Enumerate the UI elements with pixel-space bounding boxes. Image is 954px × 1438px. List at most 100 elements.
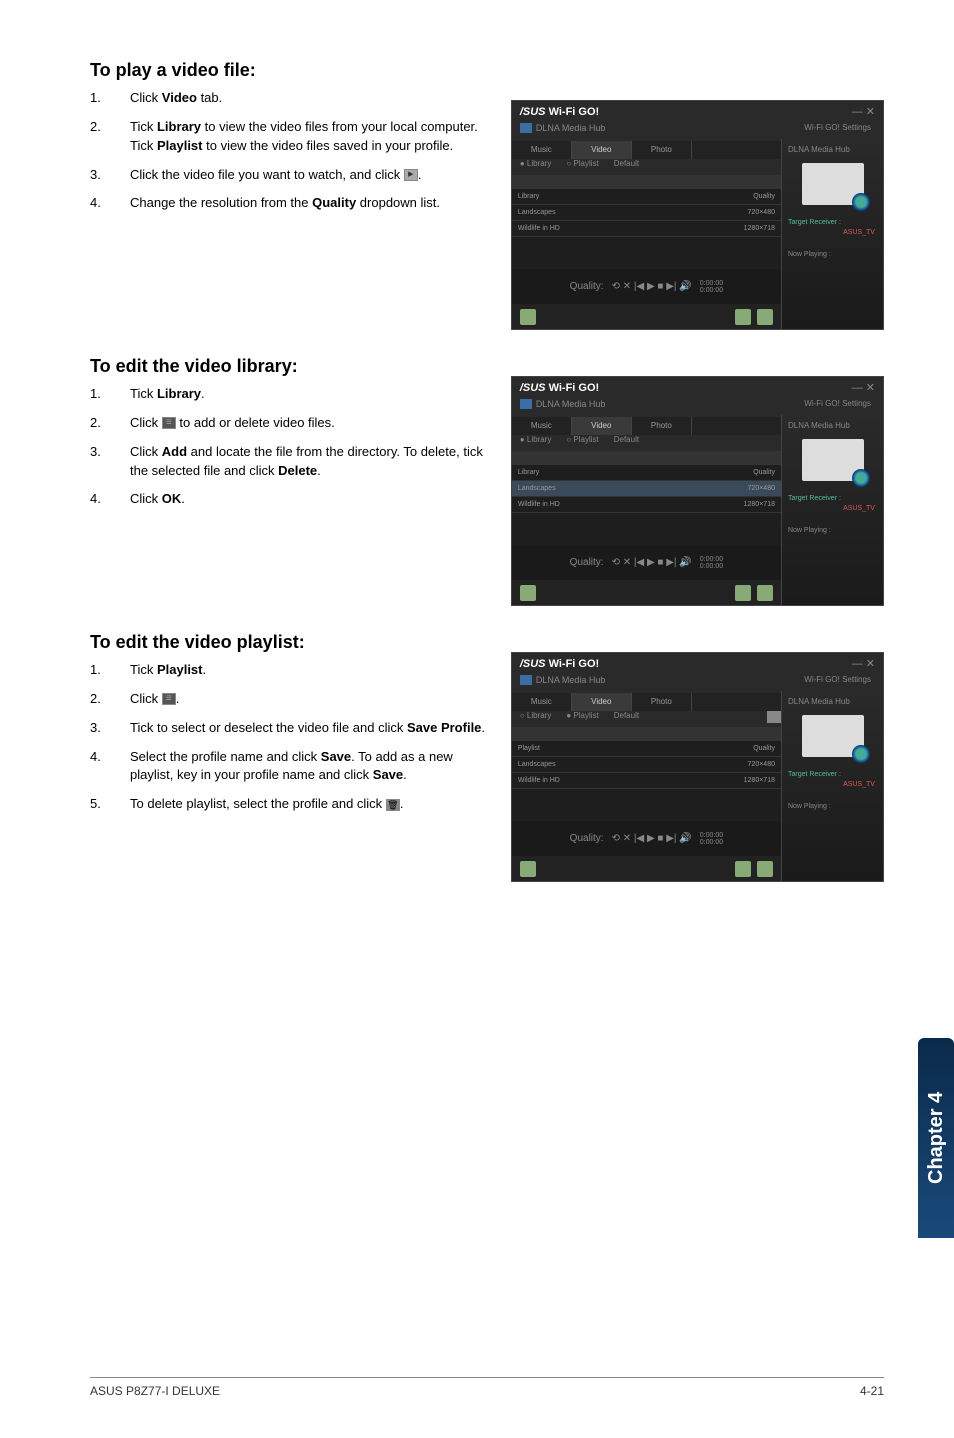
tab-photo[interactable]: Photo	[632, 693, 692, 711]
list-item[interactable]: Wildlife in HD1280×718	[512, 221, 781, 237]
step-text: Tick to select or deselect the video fil…	[130, 719, 496, 738]
filter-row	[512, 727, 781, 741]
step-text: Tick Library to view the video files fro…	[130, 118, 496, 156]
dlna-icon	[520, 399, 532, 409]
filter-row	[512, 175, 781, 189]
control-icons[interactable]: ⟲ ✕ |◀ ▶ ■ ▶| 🔊	[612, 281, 692, 292]
subtitle: DLNA Media Hub	[536, 399, 606, 409]
right-panel: DLNA Media Hub Target Receiver : ASUS_TV…	[781, 139, 883, 329]
play-icon	[404, 169, 418, 181]
footer-right: 4-21	[860, 1384, 884, 1398]
now-playing-label: Now Playing :	[788, 527, 831, 534]
player-controls[interactable]: Quality: ⟲ ✕ |◀ ▶ ■ ▶| 🔊 0:00:000:00:00	[512, 821, 781, 856]
settings-link[interactable]: Wi-Fi GO! Settings	[804, 123, 871, 132]
app-title: Wi-Fi GO!	[549, 106, 600, 118]
tab-video[interactable]: Video	[572, 693, 632, 711]
heading-edit-library: To edit the video library:	[90, 356, 496, 377]
monitor-icon	[802, 715, 864, 757]
step-text: Click the video file you want to watch, …	[130, 166, 496, 185]
app-screenshot-1: /SUS Wi-Fi GO! — ✕ DLNA Media Hub Wi-Fi …	[511, 100, 884, 330]
video-list: LibraryQuality Landscapes720×480 Wildlif…	[512, 189, 781, 269]
radio-default[interactable]: Default	[614, 159, 639, 175]
radio-playlist[interactable]: ○ Playlist	[566, 159, 598, 175]
list-item[interactable]: Landscapes720×480	[512, 205, 781, 221]
settings-link[interactable]: Wi-Fi GO! Settings	[804, 399, 871, 408]
step-text: To delete playlist, select the profile a…	[130, 795, 496, 814]
step-num: 3.	[90, 443, 130, 481]
player-controls[interactable]: Quality: ⟲ ✕ |◀ ▶ ■ ▶| 🔊 0:00:000:00:00	[512, 269, 781, 304]
edit-icon[interactable]	[735, 309, 751, 325]
dlna-label: DLNA Media Hub	[788, 145, 850, 154]
chapter-tab: Chapter 4	[918, 1038, 954, 1238]
settings-link[interactable]: Wi-Fi GO! Settings	[804, 675, 871, 684]
trash-icon[interactable]	[767, 711, 781, 723]
list-item[interactable]: Landscapes720×480	[512, 481, 781, 497]
close-icon[interactable]: — ✕	[852, 105, 875, 118]
dlna-icon	[520, 123, 532, 133]
brand: /SUS	[520, 106, 546, 118]
step-num: 4.	[90, 194, 130, 213]
dlna-icon	[520, 675, 532, 685]
tab-video[interactable]: Video	[572, 141, 632, 159]
heading-edit-playlist: To edit the video playlist:	[90, 632, 496, 653]
radio-library[interactable]: ○ Library	[520, 711, 552, 727]
player-controls[interactable]: Quality: ⟲ ✕ |◀ ▶ ■ ▶| 🔊 0:00:000:00:00	[512, 545, 781, 580]
now-playing-label: Now Playing :	[788, 251, 831, 258]
list-item[interactable]: Wildlife in HD1280×718	[512, 773, 781, 789]
home-icon[interactable]	[520, 585, 536, 601]
radio-playlist[interactable]: ○ Playlist	[566, 435, 598, 451]
tab-music[interactable]: Music	[512, 693, 572, 711]
quality-dd[interactable]: Quality:	[570, 833, 604, 844]
back-icon[interactable]	[757, 585, 773, 601]
step-num: 1.	[90, 89, 130, 108]
step-num: 3.	[90, 166, 130, 185]
page-footer: ASUS P8Z77-I DELUXE 4-21	[90, 1377, 884, 1398]
right-panel: DLNA Media Hub Target Receiver : ASUS_TV…	[781, 415, 883, 605]
tab-music[interactable]: Music	[512, 417, 572, 435]
radio-library[interactable]: ● Library	[520, 159, 552, 175]
filter-row	[512, 451, 781, 465]
radio-library[interactable]: ● Library	[520, 435, 552, 451]
back-icon[interactable]	[757, 861, 773, 877]
list-header: PlaylistQuality	[512, 741, 781, 757]
step-num: 5.	[90, 795, 130, 814]
tab-video[interactable]: Video	[572, 417, 632, 435]
step: 1. Click Video tab.	[90, 89, 496, 108]
tab-photo[interactable]: Photo	[632, 417, 692, 435]
footer-left: ASUS P8Z77-I DELUXE	[90, 1384, 220, 1398]
step-text: Click Video tab.	[130, 89, 496, 108]
tab-music[interactable]: Music	[512, 141, 572, 159]
close-icon[interactable]: — ✕	[852, 657, 875, 670]
radio-default[interactable]: Default	[614, 711, 639, 727]
step: 3. Click Add and locate the file from th…	[90, 443, 496, 481]
target-label: Target Receiver :	[788, 219, 841, 226]
edit-icon[interactable]	[735, 861, 751, 877]
close-icon[interactable]: — ✕	[852, 381, 875, 394]
target-label: Target Receiver :	[788, 495, 841, 502]
home-icon[interactable]	[520, 861, 536, 877]
step-text: Click to add or delete video files.	[130, 414, 496, 433]
step: 2. Tick Library to view the video files …	[90, 118, 496, 156]
gear-icon	[162, 417, 176, 429]
monitor-icon	[802, 163, 864, 205]
video-list: PlaylistQuality Landscapes720×480 Wildli…	[512, 741, 781, 821]
home-icon[interactable]	[520, 309, 536, 325]
step-text: Change the resolution from the Quality d…	[130, 194, 496, 213]
quality-dd[interactable]: Quality:	[570, 557, 604, 568]
step: 1. Tick Library.	[90, 385, 496, 404]
list-item[interactable]: Landscapes720×480	[512, 757, 781, 773]
control-icons[interactable]: ⟲ ✕ |◀ ▶ ■ ▶| 🔊	[612, 557, 692, 568]
dlna-label: DLNA Media Hub	[788, 421, 850, 430]
radio-playlist[interactable]: ● Playlist	[566, 711, 598, 727]
back-icon[interactable]	[757, 309, 773, 325]
monitor-icon	[802, 439, 864, 481]
app-title: Wi-Fi GO!	[549, 382, 600, 394]
quality-dd[interactable]: Quality:	[570, 281, 604, 292]
tab-photo[interactable]: Photo	[632, 141, 692, 159]
list-item[interactable]: Wildlife in HD1280×718	[512, 497, 781, 513]
step-num: 2.	[90, 690, 130, 709]
step-num: 1.	[90, 661, 130, 680]
edit-icon[interactable]	[735, 585, 751, 601]
control-icons[interactable]: ⟲ ✕ |◀ ▶ ■ ▶| 🔊	[612, 833, 692, 844]
radio-default[interactable]: Default	[614, 435, 639, 451]
